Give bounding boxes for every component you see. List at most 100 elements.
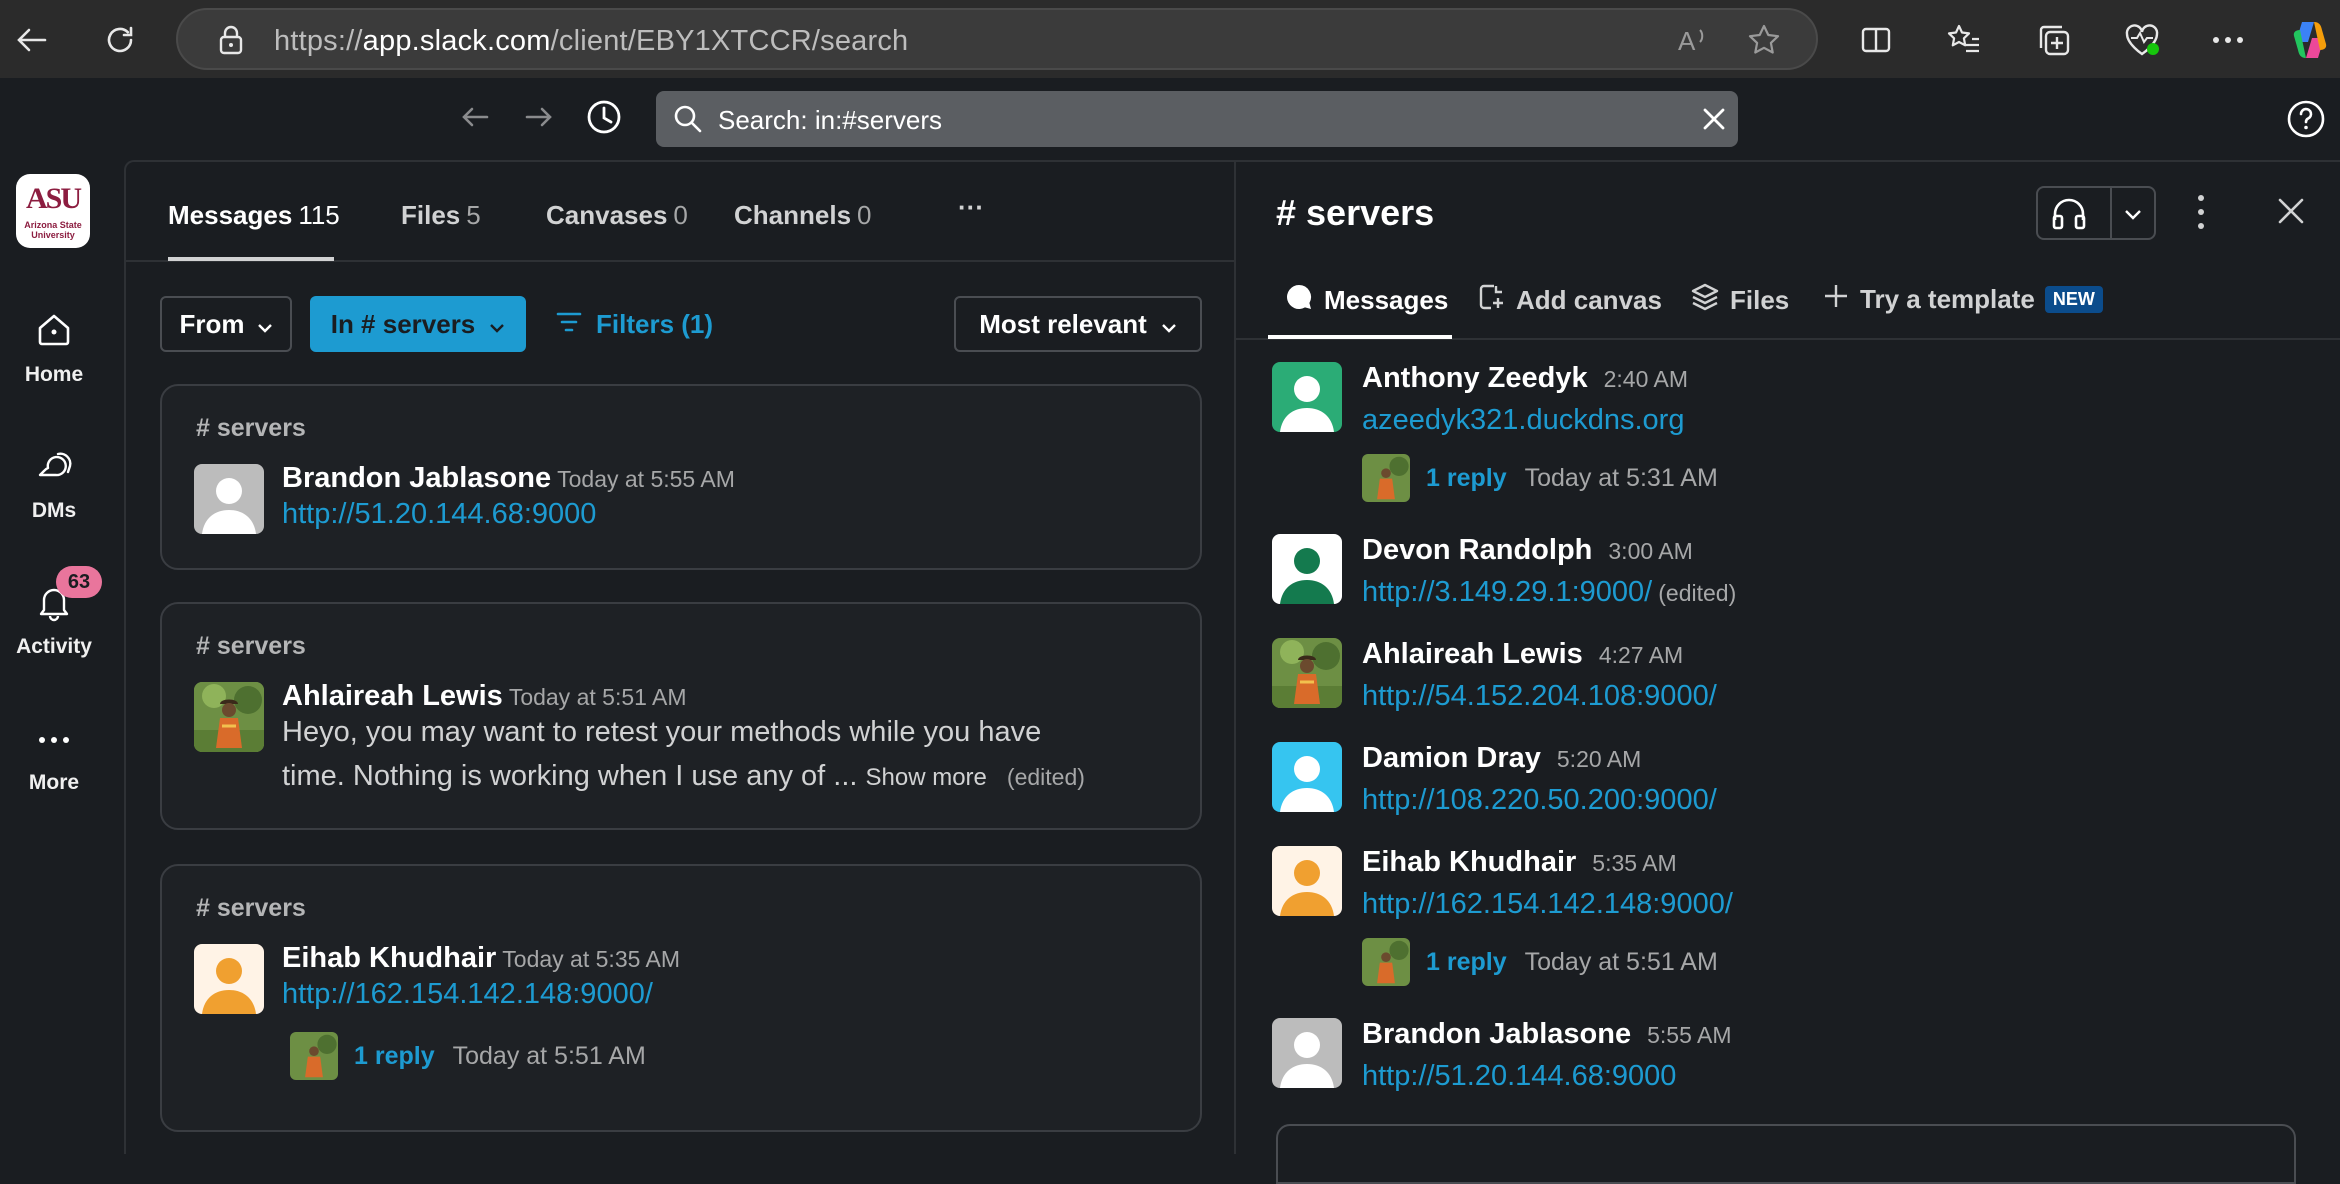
reply-count[interactable]: 1 reply bbox=[1426, 464, 1507, 493]
tabs-more-button[interactable]: ··· bbox=[958, 192, 984, 223]
plus-icon bbox=[1822, 282, 1850, 317]
help-icon[interactable] bbox=[2286, 99, 2326, 144]
kebab-menu-icon[interactable] bbox=[2196, 192, 2206, 237]
message-time[interactable]: Today at 5:51 AM bbox=[509, 684, 687, 710]
close-icon[interactable] bbox=[2276, 196, 2306, 231]
tab-channel-messages[interactable]: Messages bbox=[1284, 282, 1448, 319]
rail-item-more[interactable]: More bbox=[0, 718, 108, 795]
sender-name[interactable]: Damion Dray bbox=[1362, 742, 1541, 774]
thread-replies[interactable]: 1 reply Today at 5:31 AM bbox=[1362, 454, 1718, 502]
sender-name[interactable]: Eihab Khudhair bbox=[1362, 846, 1576, 878]
sender-name[interactable]: Brandon Jablasone bbox=[1362, 1018, 1631, 1050]
chevron-down-icon[interactable] bbox=[2124, 208, 2142, 226]
show-more-link[interactable]: Show more bbox=[866, 764, 987, 791]
thread-replies[interactable]: 1 reply Today at 5:51 AM bbox=[290, 1032, 646, 1080]
message-time[interactable]: Today at 5:55 AM bbox=[557, 466, 735, 492]
avatar[interactable] bbox=[1272, 362, 1342, 432]
tab-try-template[interactable]: Try a template NEW bbox=[1822, 282, 2103, 317]
message-body: http://51.20.144.68:9000 bbox=[282, 492, 596, 536]
channel-tabs: Messages Add canvas Files Try a template… bbox=[1236, 262, 2340, 340]
copilot-icon[interactable] bbox=[2284, 14, 2336, 66]
message-time[interactable]: 2:40 AM bbox=[1604, 366, 1688, 392]
settings-more-icon[interactable] bbox=[2202, 14, 2254, 66]
message-time[interactable]: 5:35 AM bbox=[1592, 850, 1676, 876]
message-time[interactable]: 5:55 AM bbox=[1647, 1022, 1731, 1048]
tab-canvases[interactable]: Canvases 0 bbox=[546, 200, 688, 231]
refresh-icon[interactable] bbox=[94, 14, 146, 66]
rail-item-dms[interactable]: DMs bbox=[0, 446, 108, 523]
message-link[interactable]: http://51.20.144.68:9000 bbox=[282, 498, 596, 530]
browser-essentials-icon[interactable] bbox=[2116, 14, 2168, 66]
message-time[interactable]: Today at 5:35 AM bbox=[502, 946, 680, 972]
rail-label-home: Home bbox=[24, 363, 84, 386]
sender-name[interactable]: Devon Randolph bbox=[1362, 534, 1592, 566]
favorites-icon[interactable] bbox=[1938, 14, 1990, 66]
message-link[interactable]: http://51.20.144.68:9000 bbox=[1362, 1060, 1676, 1092]
filters-button[interactable]: Filters (1) bbox=[556, 296, 726, 352]
avatar[interactable] bbox=[194, 464, 264, 534]
reply-avatar bbox=[290, 1032, 338, 1080]
avatar[interactable] bbox=[1272, 1018, 1342, 1088]
address-bar[interactable]: https://app.slack.com/client/EBY1XTCCR/s… bbox=[176, 8, 1818, 70]
sender-name[interactable]: Brandon Jablasone bbox=[282, 462, 551, 494]
message-header: Brandon Jablasone 5:55 AM bbox=[1362, 1018, 1732, 1051]
workspace-logo[interactable]: ASU Arizona State University bbox=[16, 174, 90, 248]
message-link[interactable]: http://108.220.50.200:9000/ bbox=[1362, 784, 1717, 816]
tab-channel-files[interactable]: Files bbox=[1690, 282, 1789, 319]
sort-dropdown[interactable]: Most relevant bbox=[954, 296, 1202, 352]
split-screen-icon[interactable] bbox=[1850, 14, 1902, 66]
message-link[interactable]: http://162.154.142.148:9000/ bbox=[1362, 888, 1733, 920]
workspace-rail: ASU Arizona State University Home DMs Ac… bbox=[0, 160, 108, 1154]
message-link[interactable]: http://162.154.142.148:9000/ bbox=[282, 978, 653, 1010]
tab-files[interactable]: Files 5 bbox=[401, 200, 481, 231]
sender-name[interactable]: Eihab Khudhair bbox=[282, 942, 496, 974]
huddle-button[interactable] bbox=[2036, 186, 2156, 240]
message-body: http://162.154.142.148:9000/ bbox=[282, 972, 653, 1016]
back-arrow-icon[interactable] bbox=[6, 14, 58, 66]
message-composer[interactable] bbox=[1276, 1124, 2296, 1184]
search-input[interactable]: Search: in:#servers bbox=[656, 91, 1738, 147]
message-link[interactable]: http://54.152.204.108:9000/ bbox=[1362, 680, 1717, 712]
message-time[interactable]: 4:27 AM bbox=[1599, 642, 1683, 668]
lock-icon[interactable] bbox=[216, 24, 246, 61]
avatar[interactable] bbox=[1272, 638, 1342, 708]
reply-count[interactable]: 1 reply bbox=[1426, 948, 1507, 977]
message-time[interactable]: 3:00 AM bbox=[1608, 538, 1692, 564]
search-results-panel: Messages 115 Files 5 Canvases 0 Channels 0 ·… bbox=[124, 160, 1236, 1154]
search-result-card[interactable]: # servers Eihab Khudhair Today at 5:35 AM… bbox=[160, 864, 1202, 1132]
tab-messages[interactable]: Messages 115 bbox=[168, 200, 340, 231]
message-link[interactable]: http://3.149.29.1:9000/ bbox=[1362, 576, 1652, 608]
channel-title[interactable]: # servers bbox=[1276, 192, 1434, 234]
search-result-card[interactable]: # servers Brandon Jablasone Today at 5:55… bbox=[160, 384, 1202, 570]
history-back-icon[interactable] bbox=[458, 100, 492, 139]
avatar[interactable] bbox=[1272, 534, 1342, 604]
canvas-plus-icon bbox=[1476, 282, 1506, 319]
collections-icon[interactable] bbox=[2028, 14, 2080, 66]
sender-name[interactable]: Ahlaireah Lewis bbox=[282, 680, 503, 712]
thread-replies[interactable]: 1 reply Today at 5:51 AM bbox=[1362, 938, 1718, 986]
message-link[interactable]: azeedyk321.duckdns.org bbox=[1362, 404, 1684, 436]
read-aloud-icon[interactable]: A bbox=[1676, 24, 1710, 61]
tab-channels[interactable]: Channels 0 bbox=[734, 200, 872, 231]
rail-item-activity[interactable]: Activity 63 bbox=[0, 566, 108, 659]
avatar[interactable] bbox=[1272, 742, 1342, 812]
message-body: http://162.154.142.148:9000/ bbox=[1362, 888, 1733, 921]
rail-item-home[interactable]: Home bbox=[0, 310, 108, 387]
history-clock-icon[interactable] bbox=[585, 98, 623, 141]
avatar[interactable] bbox=[194, 682, 264, 752]
sender-name[interactable]: Anthony Zeedyk bbox=[1362, 362, 1588, 394]
message-time[interactable]: 5:20 AM bbox=[1557, 746, 1641, 772]
result-header: Brandon Jablasone Today at 5:55 AM bbox=[282, 462, 735, 495]
avatar[interactable] bbox=[1272, 846, 1342, 916]
in-channel-filter-button[interactable]: In # servers bbox=[310, 296, 526, 352]
from-filter-button[interactable]: From bbox=[160, 296, 292, 352]
avatar[interactable] bbox=[194, 944, 264, 1014]
sender-name[interactable]: Ahlaireah Lewis bbox=[1362, 638, 1583, 670]
home-icon bbox=[34, 314, 74, 354]
reply-count[interactable]: 1 reply bbox=[354, 1042, 435, 1071]
tab-add-canvas[interactable]: Add canvas bbox=[1476, 282, 1662, 319]
clear-search-icon[interactable] bbox=[1700, 105, 1728, 138]
history-forward-icon[interactable] bbox=[522, 100, 556, 139]
search-result-card[interactable]: # servers Ahlaireah Lewis Today at 5:51 A… bbox=[160, 602, 1202, 830]
favorite-star-icon[interactable] bbox=[1746, 22, 1782, 63]
